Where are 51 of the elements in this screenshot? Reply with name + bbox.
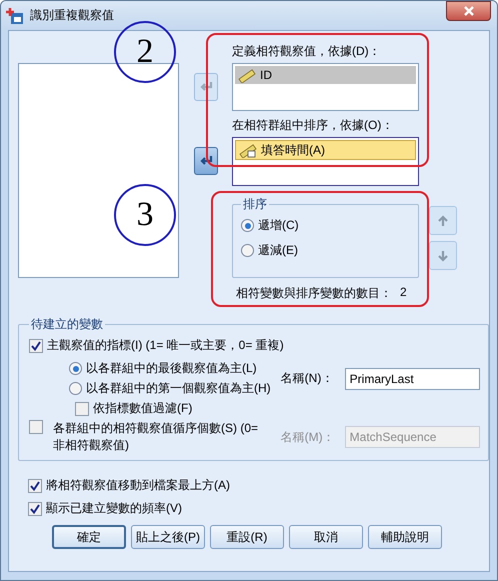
source-variable-list[interactable] xyxy=(18,63,179,278)
checkbox[interactable] xyxy=(75,402,89,416)
close-button[interactable] xyxy=(446,1,491,21)
radio-button[interactable] xyxy=(69,362,82,375)
group-title: 排序 xyxy=(242,196,268,213)
variable-item[interactable]: ID xyxy=(235,66,416,84)
variable-item[interactable]: 填答時間(A) xyxy=(235,140,416,160)
group-title: 待建立的變數 xyxy=(30,316,104,333)
return-arrow-icon xyxy=(198,81,212,93)
variable-list[interactable]: ID xyxy=(232,63,419,111)
annotation-circle: 2 xyxy=(114,21,176,83)
radio-button[interactable] xyxy=(241,219,254,232)
name-field[interactable]: PrimaryLast xyxy=(344,368,480,390)
dialog-button[interactable]: 確定 xyxy=(52,525,126,549)
count-label: 相符變數與排序變數的數目： xyxy=(236,284,392,302)
checkbox[interactable] xyxy=(29,338,43,352)
checkbox-label: 顯示已建立變數的頻率(V) xyxy=(46,500,182,517)
checkbox-label: 各群組中的相符觀察值循序個數(S) (0= 非相符觀察值) xyxy=(53,420,260,454)
count-value: 2 xyxy=(400,284,407,300)
window-title: 識別重複觀察值 xyxy=(30,7,114,24)
ruler-icon xyxy=(238,68,256,82)
down-arrow-icon xyxy=(437,250,449,262)
move-up-button[interactable] xyxy=(429,206,457,235)
name-label: 名稱(N)： xyxy=(280,370,334,387)
close-icon xyxy=(462,6,474,16)
checkbox[interactable] xyxy=(28,502,42,516)
name-label: 名稱(M)： xyxy=(280,428,335,446)
checkbox-label: 依指標數值過濾(F) xyxy=(93,400,192,417)
ruler-calendar-icon xyxy=(239,142,257,158)
move-down-button[interactable] xyxy=(429,241,457,270)
list-label: 定義相符觀察值，依據(D)： xyxy=(232,43,382,60)
checkbox-label: 將相符觀察值移動到檔案最上方(A) xyxy=(46,477,230,494)
radio-label: 遞增(C) xyxy=(258,217,299,234)
variable-list[interactable]: 填答時間(A) xyxy=(232,137,419,186)
radio-label: 以各群組中的最後觀察值為主(L) xyxy=(86,360,257,377)
app-icon xyxy=(6,6,24,24)
radio-label: 以各群組中的第一個觀察值為主(H) xyxy=(86,380,271,397)
checkbox[interactable] xyxy=(28,478,42,492)
radio-button[interactable] xyxy=(69,382,82,395)
dialog-button[interactable]: 重設(R) xyxy=(210,525,284,549)
dialog-button[interactable]: 輔助說明 xyxy=(368,525,442,549)
return-arrow-icon xyxy=(198,155,212,167)
radio-label: 遞減(E) xyxy=(258,242,298,259)
dialog-button[interactable]: 取消 xyxy=(289,525,363,549)
up-arrow-icon xyxy=(437,214,449,226)
list-label: 在相符群組中排序，依據(O)： xyxy=(232,117,394,134)
checkbox-label: 主觀察值的指標(I) (1= 唯一或主要，0= 重複) xyxy=(47,337,284,354)
move-arrow-button[interactable] xyxy=(194,147,218,175)
radio-button[interactable] xyxy=(241,244,254,257)
annotation-circle: 3 xyxy=(114,184,176,246)
dialog-button[interactable]: 貼上之後(P) xyxy=(131,525,205,549)
